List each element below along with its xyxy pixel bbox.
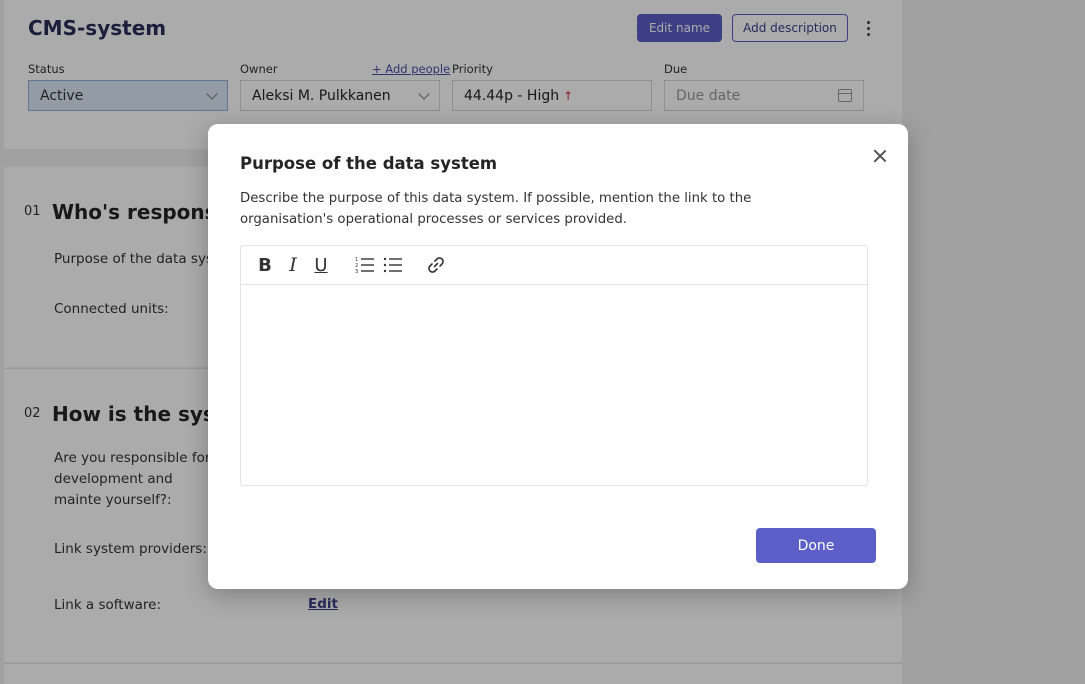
dialog-description: Describe the purpose of this data system… xyxy=(240,191,752,227)
close-icon[interactable] xyxy=(868,144,892,168)
svg-text:3: 3 xyxy=(355,269,358,274)
dialog-title: Purpose of the data system xyxy=(240,154,498,173)
purpose-dialog: Purpose of the data system Describe the … xyxy=(208,124,908,589)
editor-toolbar: B I U 1 2 3 xyxy=(241,246,867,285)
numbered-list-icon[interactable]: 1 2 3 xyxy=(354,254,376,276)
done-button[interactable]: Done xyxy=(756,528,876,563)
rich-text-editor: B I U 1 2 3 xyxy=(240,245,868,486)
bold-icon[interactable]: B xyxy=(256,254,274,276)
link-icon[interactable] xyxy=(425,254,447,276)
italic-icon[interactable]: I xyxy=(284,254,302,276)
editor-text-area[interactable] xyxy=(241,285,867,485)
bullet-list-icon[interactable] xyxy=(382,254,404,276)
underline-icon[interactable]: U xyxy=(312,254,330,276)
